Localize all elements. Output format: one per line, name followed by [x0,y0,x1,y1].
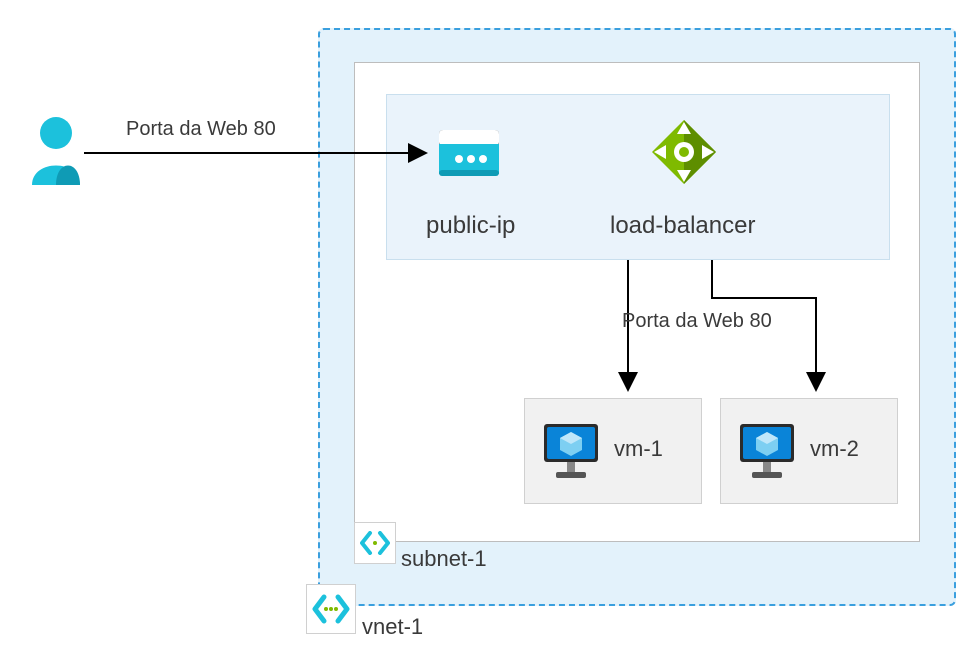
arrow2-label: Porta da Web 80 [622,310,772,333]
subnet-icon-box [354,522,396,564]
load-balancer-label: load-balancer [610,212,755,240]
user-icon [28,115,84,185]
arrow-user-to-publicip [84,140,436,166]
vnet-icon [312,594,350,624]
vm2-icon [736,420,798,482]
vm1-label: vm-1 [614,436,663,462]
subnet-label: subnet-1 [401,546,487,572]
load-balancer-icon [648,116,720,188]
public-ip-icon [437,126,501,182]
vm1-icon [540,420,602,482]
arrow1-label: Porta da Web 80 [126,118,276,141]
subnet-icon [360,531,390,555]
vnet-icon-box [306,584,356,634]
public-ip-label: public-ip [426,212,515,240]
vnet-label: vnet-1 [362,614,423,640]
vm2-label: vm-2 [810,436,859,462]
